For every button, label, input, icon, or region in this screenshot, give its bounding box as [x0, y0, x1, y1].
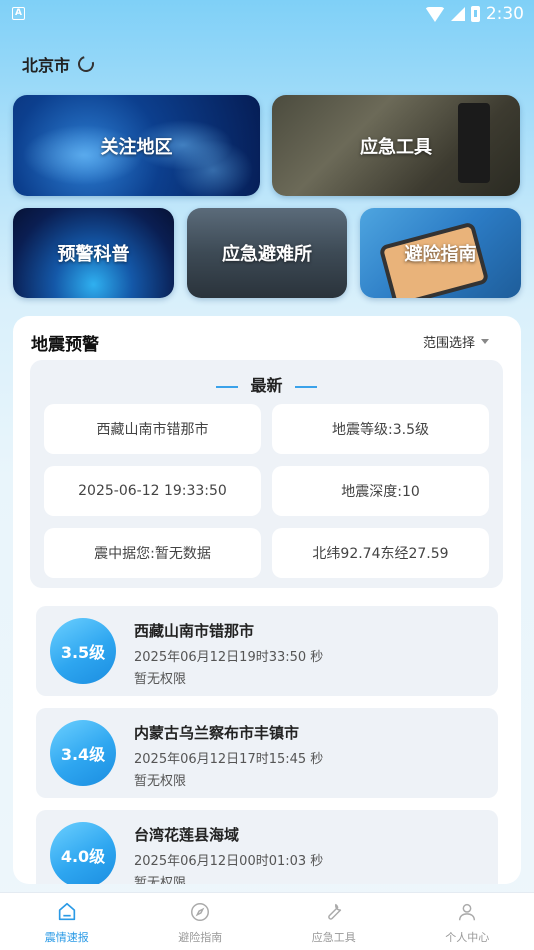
quake-permission: 暂无权限: [134, 876, 187, 884]
latest-distance: 震中据您:暂无数据: [44, 528, 261, 578]
person-icon: [459, 903, 476, 921]
quake-permission: 暂无权限: [134, 672, 187, 687]
emergency-tools-tile[interactable]: 应急工具: [272, 95, 520, 196]
quake-location: 西藏山南市错那市: [134, 622, 255, 640]
latest-magnitude: 地震等级:3.5级: [272, 404, 489, 454]
quake-location: 台湾花莲县海域: [134, 826, 240, 844]
latest-quake-panel: 最新 西藏山南市错那市 地震等级:3.5级 2025-06-12 19:33:5…: [30, 360, 503, 588]
nav-label: 避险指南: [178, 931, 223, 944]
wrench-icon: [327, 903, 341, 920]
emergency-tools-label: 应急工具: [360, 136, 432, 158]
latest-heading: 最新: [30, 372, 503, 396]
shelter-tile[interactable]: 应急避难所: [187, 208, 347, 298]
nav-label: 个人中心: [445, 931, 490, 944]
quake-time: 2025年06月12日17时15:45 秒: [134, 752, 324, 767]
bottom-nav: 震情速报 避险指南 应急工具 个人中心: [0, 892, 534, 950]
quake-list-item[interactable]: 4.0级 台湾花莲县海域 2025年06月12日00时01:03 秒 暂无权限: [36, 810, 498, 884]
compass-icon: [191, 903, 210, 921]
warning-science-tile[interactable]: 预警科普: [13, 208, 174, 298]
nav-item-quake-report[interactable]: 震情速报: [0, 893, 134, 950]
latest-depth: 地震深度:10: [272, 466, 489, 516]
latest-coords: 北纬92.74东经27.59: [272, 528, 489, 578]
magnitude-badge: 4.0级: [50, 822, 116, 884]
refresh-icon[interactable]: [75, 53, 97, 75]
earthquake-warning-card: 地震预警 范围选择 最新 西藏山南市错那市 地震等级:3.5级 2025-06-…: [13, 316, 521, 884]
battery-icon: [470, 6, 480, 22]
focus-area-tile[interactable]: 关注地区: [13, 95, 260, 196]
status-bar: A 2:30: [0, 0, 534, 28]
range-select-label: 范围选择: [422, 336, 475, 351]
wifi-icon: [424, 6, 445, 22]
city-name: 北京市: [22, 56, 71, 75]
avoid-guide-tile[interactable]: 避险指南: [360, 208, 521, 298]
quake-time: 2025年06月12日00时01:03 秒: [134, 854, 324, 869]
caret-down-icon: [481, 339, 489, 344]
latest-location: 西藏山南市错那市: [44, 404, 261, 454]
quake-list-item[interactable]: 3.5级 西藏山南市错那市 2025年06月12日19时33:50 秒 暂无权限: [36, 606, 498, 696]
signal-icon: [450, 7, 465, 21]
range-select-dropdown[interactable]: 范围选择: [423, 332, 489, 351]
quake-time: 2025年06月12日19时33:50 秒: [134, 650, 324, 665]
warning-science-label: 预警科普: [57, 244, 130, 265]
card-title: 地震预警: [31, 328, 109, 355]
nav-item-profile[interactable]: 个人中心: [401, 893, 534, 950]
nav-item-avoid-guide[interactable]: 避险指南: [134, 893, 268, 950]
focus-area-label: 关注地区: [100, 136, 173, 158]
status-time: 2:30: [485, 4, 524, 24]
latest-time: 2025-06-12 19:33:50: [44, 466, 261, 516]
magnitude-badge: 3.4级: [50, 720, 116, 786]
quake-permission: 暂无权限: [134, 774, 187, 789]
nav-item-emergency-tools[interactable]: 应急工具: [267, 893, 401, 950]
latest-heading-text: 最新: [250, 376, 283, 395]
quake-location: 内蒙古乌兰察布市丰镇市: [134, 724, 300, 742]
nav-label: 应急工具: [311, 931, 356, 944]
shelter-label: 应急避难所: [222, 244, 312, 265]
home-icon: [58, 902, 75, 921]
quake-list-item[interactable]: 3.4级 内蒙古乌兰察布市丰镇市 2025年06月12日17时15:45 秒 暂…: [36, 708, 498, 798]
heading-line-right: [294, 385, 317, 388]
app-notification-icon: A: [12, 7, 25, 20]
magnitude-badge: 3.5级: [50, 618, 116, 684]
nav-label: 震情速报: [44, 931, 89, 944]
heading-line-left: [216, 385, 239, 388]
city-selector[interactable]: 北京市: [22, 52, 97, 76]
avoid-guide-label: 避险指南: [404, 244, 477, 265]
